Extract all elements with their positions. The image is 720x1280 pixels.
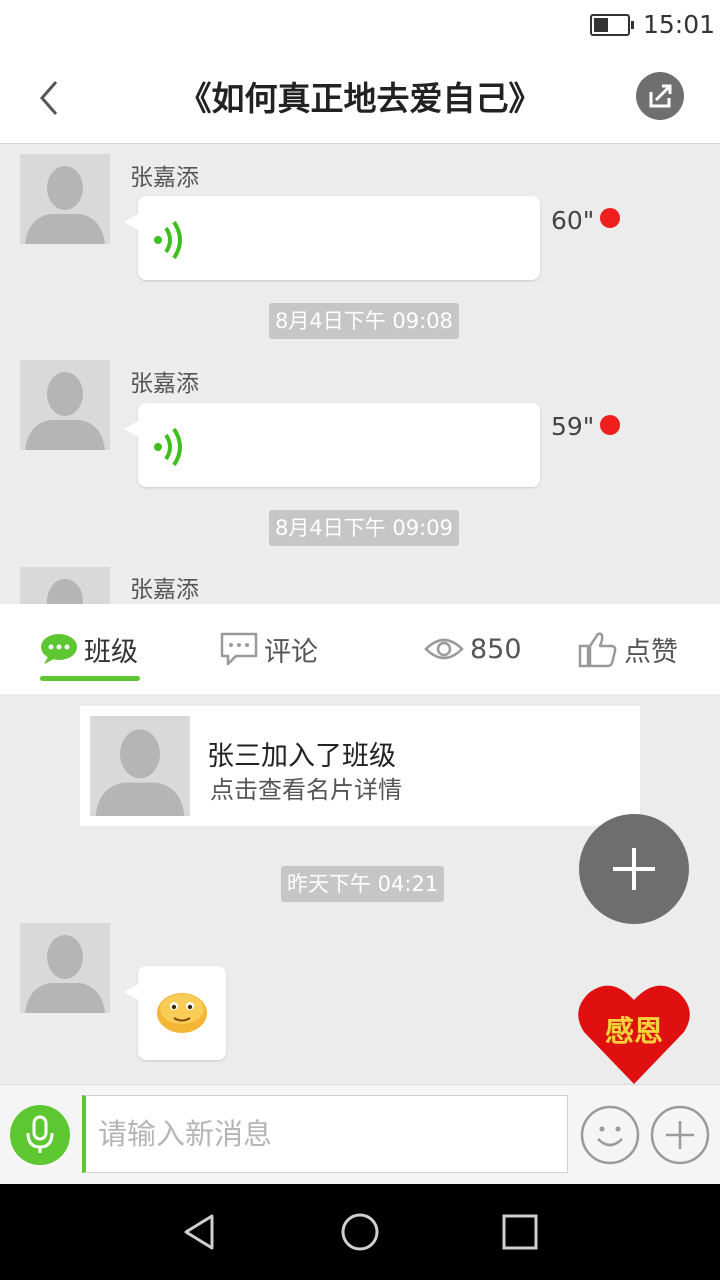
voice-wave-icon xyxy=(154,220,182,260)
message-list[interactable]: 张嘉添 60" 8月4日下午 09:08 张嘉添 59" 8月4日下午 09:0… xyxy=(0,144,720,604)
chat-bubble-icon xyxy=(41,634,77,664)
voice-wave-icon xyxy=(154,427,182,467)
title-bar: 《如何真正地去爱自己》 xyxy=(0,52,720,144)
battery-icon xyxy=(590,14,634,36)
nav-recents-button[interactable] xyxy=(500,1212,540,1252)
status-bar: 15:01 xyxy=(0,0,720,52)
add-fab-button[interactable] xyxy=(579,814,689,924)
tab-label: 评论 xyxy=(264,636,318,668)
person-silhouette-icon xyxy=(47,579,83,604)
voice-message[interactable] xyxy=(124,196,540,280)
timestamp: 8月4日下午 09:08 xyxy=(269,303,459,339)
system-nav-bar xyxy=(0,1184,720,1280)
timestamp: 昨天下午 04:21 xyxy=(281,866,445,902)
status-time: 15:01 xyxy=(643,10,716,39)
avatar[interactable] xyxy=(20,154,110,244)
person-silhouette-icon xyxy=(25,372,105,450)
nav-home-button[interactable] xyxy=(340,1212,380,1252)
sender-name: 张嘉添 xyxy=(130,577,199,603)
page-title: 《如何真正地去爱自己》 xyxy=(178,79,542,118)
more-options-button[interactable] xyxy=(650,1105,710,1165)
input-bar xyxy=(0,1084,720,1184)
square-recents-icon xyxy=(502,1214,538,1250)
voice-duration: 59" xyxy=(551,412,595,441)
tab-label: 班级 xyxy=(84,636,138,668)
avatar xyxy=(90,716,190,816)
voice-input-button[interactable] xyxy=(10,1105,70,1165)
unread-dot xyxy=(600,415,620,435)
share-icon xyxy=(649,84,672,108)
message-input[interactable] xyxy=(82,1095,568,1173)
avatar[interactable] xyxy=(20,360,110,450)
join-card-subtitle: 点击查看名片详情 xyxy=(210,776,402,804)
tab-bar: 班级 评论 850 点赞 xyxy=(0,604,720,694)
thumbs-up-icon xyxy=(578,632,617,668)
tab-like[interactable]: 点赞 xyxy=(578,604,678,694)
join-card-title: 张三加入了班级 xyxy=(207,741,396,772)
active-tab-indicator xyxy=(40,676,140,681)
avatar[interactable] xyxy=(20,923,110,1013)
share-button[interactable] xyxy=(636,72,684,120)
triangle-back-icon xyxy=(184,1214,214,1250)
person-silhouette-icon xyxy=(95,729,185,816)
join-card[interactable]: 张三加入了班级 点击查看名片详情 xyxy=(80,706,640,826)
plus-circle-icon xyxy=(650,1105,710,1165)
nav-back-button[interactable] xyxy=(180,1212,220,1252)
chevron-left-icon xyxy=(40,81,58,115)
smile-emoji-icon xyxy=(157,993,207,1033)
emoji-message[interactable] xyxy=(124,966,226,1060)
tab-label: 点赞 xyxy=(624,636,678,668)
smiley-icon xyxy=(580,1105,640,1165)
person-silhouette-icon xyxy=(25,935,105,1013)
voice-duration: 60" xyxy=(551,206,595,235)
eye-icon xyxy=(424,638,464,660)
plus-icon xyxy=(613,848,655,890)
unread-dot xyxy=(600,208,620,228)
sender-name: 张嘉添 xyxy=(130,165,199,191)
person-silhouette-icon xyxy=(25,166,105,244)
circle-home-icon xyxy=(341,1213,379,1251)
emoji-picker-button[interactable] xyxy=(580,1105,640,1165)
tab-comments[interactable]: 评论 xyxy=(220,604,318,694)
tab-views[interactable]: 850 xyxy=(424,604,522,694)
sender-name: 张嘉添 xyxy=(130,371,199,397)
view-count: 850 xyxy=(470,633,522,665)
comment-icon xyxy=(220,632,258,666)
gratitude-heart-button[interactable]: 感恩 xyxy=(576,980,692,1086)
heart-label: 感恩 xyxy=(604,1014,663,1048)
microphone-icon xyxy=(26,1115,54,1153)
avatar[interactable] xyxy=(20,567,110,604)
back-button[interactable] xyxy=(30,74,70,122)
voice-message[interactable] xyxy=(124,403,540,487)
timestamp: 8月4日下午 09:09 xyxy=(269,510,459,546)
